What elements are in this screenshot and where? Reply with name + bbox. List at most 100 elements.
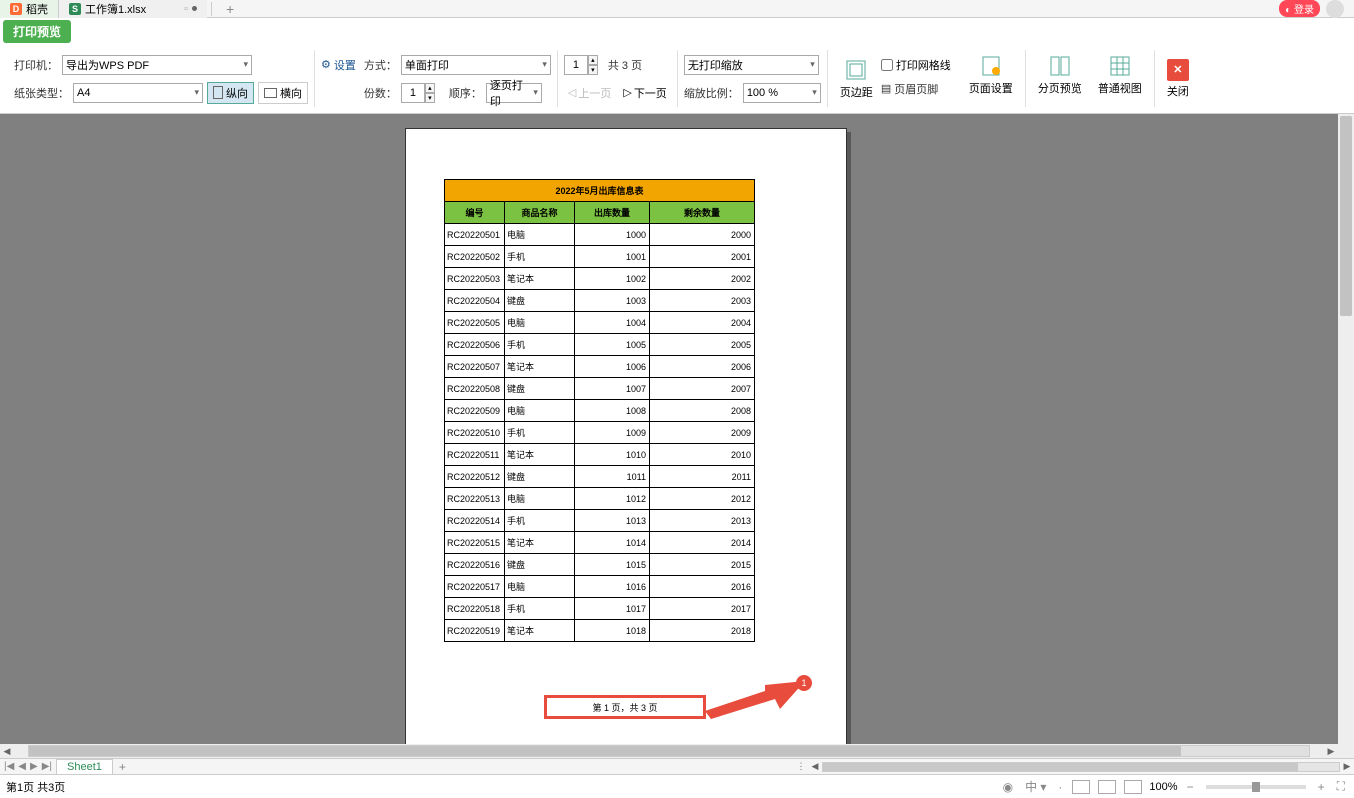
table-cell: RC20220502 bbox=[445, 246, 505, 268]
prev-page-button[interactable]: ◁ 上一页 bbox=[564, 84, 615, 102]
scale-value-select[interactable]: 100 % bbox=[743, 83, 821, 103]
preview-v-scrollbar[interactable] bbox=[1338, 114, 1354, 758]
table-cell: 电脑 bbox=[505, 576, 575, 598]
table-cell: 1001 bbox=[575, 246, 650, 268]
table-row: RC20220501电脑10002000 bbox=[445, 224, 755, 246]
sheet-last-icon[interactable]: ▶| bbox=[42, 761, 52, 772]
pagebreak-button[interactable]: 分页预览 bbox=[1032, 50, 1088, 107]
mode-select[interactable]: 单面打印 bbox=[401, 55, 551, 75]
scale-label: 缩放比例： bbox=[684, 85, 739, 101]
zoom-out-button[interactable]: − bbox=[1184, 780, 1197, 794]
headerfooter-button[interactable]: ▤ 页眉页脚 bbox=[881, 81, 938, 97]
table-cell: 1003 bbox=[575, 290, 650, 312]
table-cell: 笔记本 bbox=[505, 356, 575, 378]
scale-mode-select[interactable]: 无打印缩放 bbox=[684, 55, 819, 75]
page-view-icon[interactable] bbox=[1098, 780, 1116, 794]
sheet-h-scrollbar[interactable]: ⋮ ◀ ▶ bbox=[794, 761, 1354, 772]
normal-view-icon[interactable] bbox=[1072, 780, 1090, 794]
table-cell: 手机 bbox=[505, 598, 575, 620]
sheet-prev-icon[interactable]: ◀ bbox=[18, 761, 26, 772]
settings-section: ⚙ 设置 bbox=[315, 50, 358, 107]
file-tab[interactable]: S 工作簿1.xlsx ▫ bbox=[59, 0, 207, 18]
scroll-left-icon[interactable]: ◀ bbox=[0, 746, 14, 757]
gridlines-checkbox[interactable]: 打印网格线 bbox=[881, 57, 951, 73]
copies-spin[interactable]: ▴▾ bbox=[401, 83, 435, 103]
spin-up-icon[interactable]: ▴ bbox=[588, 55, 598, 65]
printer-settings-button[interactable]: ⚙ 设置 bbox=[321, 57, 356, 73]
table-row: RC20220508键盘10072007 bbox=[445, 378, 755, 400]
printer-select[interactable]: 导出为WPS PDF bbox=[62, 55, 252, 75]
preview-h-scrollbar[interactable]: ◀ ▶ bbox=[0, 744, 1338, 758]
sheet-first-icon[interactable]: |◀ bbox=[4, 761, 14, 772]
copies-label: 份数： bbox=[364, 85, 397, 101]
login-button[interactable]: ◐ 登录 bbox=[1279, 0, 1320, 17]
sheet-scroll-right-icon[interactable]: ▶ bbox=[1340, 761, 1354, 772]
table-row: RC20220518手机10172017 bbox=[445, 598, 755, 620]
eye-icon[interactable]: ◉ bbox=[1000, 780, 1016, 794]
table-cell: RC20220519 bbox=[445, 620, 505, 642]
table-cell: 1008 bbox=[575, 400, 650, 422]
footer-highlight: 第 1 页，共 3 页 bbox=[544, 695, 706, 719]
normalview-button[interactable]: 普通视图 bbox=[1092, 50, 1148, 107]
page-input[interactable] bbox=[564, 55, 588, 75]
margins-section: 页边距 打印网格线 ▤ 页眉页脚 bbox=[828, 50, 957, 107]
app-tab-label: 稻壳 bbox=[26, 1, 48, 17]
gridlines-input[interactable] bbox=[881, 59, 893, 71]
annotation-arrow bbox=[705, 681, 805, 721]
zoom-thumb[interactable] bbox=[1252, 782, 1260, 792]
spin-up-icon[interactable]: ▴ bbox=[425, 83, 435, 93]
order-select[interactable]: 逐页打印 bbox=[486, 83, 542, 103]
break-view-icon[interactable] bbox=[1124, 780, 1142, 794]
ime-icon[interactable]: 中 ▾ bbox=[1022, 778, 1049, 795]
pagesetup-icon bbox=[979, 54, 1003, 78]
spin-down-icon[interactable]: ▾ bbox=[425, 93, 435, 103]
fullscreen-icon[interactable]: ⛶ bbox=[1334, 779, 1348, 794]
spin-down-icon[interactable]: ▾ bbox=[588, 65, 598, 75]
preview-inner[interactable]: 2022年5月出库信息表编号商品名称出库数量剩余数量RC20220501电脑10… bbox=[0, 114, 1338, 744]
sheet-scroll-thumb[interactable] bbox=[823, 763, 1298, 771]
table-cell: RC20220518 bbox=[445, 598, 505, 620]
zoom-slider[interactable] bbox=[1206, 785, 1306, 789]
sheet-tab-bar: |◀ ◀ ▶ ▶| Sheet1 + ⋮ ◀ ▶ bbox=[0, 758, 1354, 774]
page-total-label: 共 3 页 bbox=[608, 57, 642, 73]
table-cell: 1005 bbox=[575, 334, 650, 356]
close-button[interactable]: ✕ 关闭 bbox=[1161, 55, 1195, 103]
sheet-next-icon[interactable]: ▶ bbox=[30, 761, 38, 772]
zoom-value[interactable]: 100% bbox=[1149, 781, 1177, 793]
margins-button[interactable]: 页边距 bbox=[834, 54, 879, 104]
scroll-right-icon[interactable]: ▶ bbox=[1324, 746, 1338, 757]
paper-select[interactable]: A4 bbox=[73, 83, 203, 103]
app-tab[interactable]: D 稻壳 bbox=[0, 0, 59, 18]
table-cell: RC20220515 bbox=[445, 532, 505, 554]
table-cell: 1010 bbox=[575, 444, 650, 466]
new-tab-button[interactable]: + bbox=[216, 1, 244, 17]
tab-menu-icon[interactable]: ▫ bbox=[184, 3, 188, 15]
table-cell: 2010 bbox=[650, 444, 755, 466]
zoom-in-button[interactable]: + bbox=[1315, 780, 1328, 794]
arrow-left-icon: ◁ bbox=[568, 86, 576, 99]
page-spin[interactable]: ▴▾ bbox=[564, 55, 598, 75]
pagesetup-button[interactable]: 页面设置 bbox=[963, 50, 1019, 107]
print-preview-button[interactable]: 打印预览 bbox=[3, 20, 71, 43]
print-toolbar: 打印机： 导出为WPS PDF 纸张类型： A4 纵向 横向 ⚙ 设置 bbox=[0, 44, 1354, 114]
table-cell: 手机 bbox=[505, 422, 575, 444]
next-page-button[interactable]: ▷ 下一页 bbox=[619, 84, 670, 102]
table-cell: 电脑 bbox=[505, 224, 575, 246]
h-scroll-thumb[interactable] bbox=[29, 746, 1181, 756]
landscape-button[interactable]: 横向 bbox=[258, 82, 308, 104]
sheet-scroll-split-icon[interactable]: ⋮ bbox=[794, 761, 808, 772]
table-cell: 键盘 bbox=[505, 554, 575, 576]
v-scroll-thumb[interactable] bbox=[1340, 116, 1352, 316]
avatar-icon[interactable] bbox=[1326, 0, 1344, 18]
sheet-scroll-left-icon[interactable]: ◀ bbox=[808, 761, 822, 772]
table-cell: 键盘 bbox=[505, 378, 575, 400]
sheet-tab[interactable]: Sheet1 bbox=[56, 759, 113, 774]
portrait-button[interactable]: 纵向 bbox=[207, 82, 254, 104]
window-tabbar: D 稻壳 S 工作簿1.xlsx ▫ + ◐ 登录 bbox=[0, 0, 1354, 18]
copies-input[interactable] bbox=[401, 83, 425, 103]
add-sheet-button[interactable]: + bbox=[113, 760, 132, 774]
table-row: RC20220505电脑10042004 bbox=[445, 312, 755, 334]
table-row: RC20220504键盘10032003 bbox=[445, 290, 755, 312]
table-cell: RC20220516 bbox=[445, 554, 505, 576]
table-cell: 2008 bbox=[650, 400, 755, 422]
